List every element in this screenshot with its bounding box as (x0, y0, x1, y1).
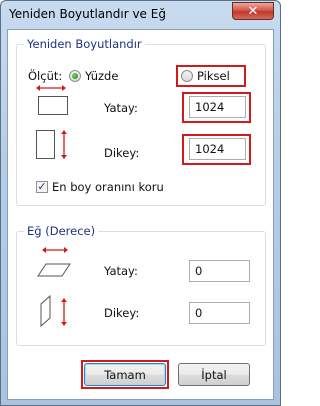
close-button[interactable]: ✕ (232, 2, 274, 20)
title-bar[interactable]: Yeniden Boyutlandır ve Eğ ✕ (1, 1, 280, 29)
radio-selected-dot (72, 73, 78, 79)
unit-label: Ölçüt: (28, 69, 63, 83)
pixel-radio[interactable] (181, 70, 193, 82)
resize-vertical-label: Dikey: (104, 146, 140, 160)
skew-horizontal-label: Yatay: (104, 264, 138, 278)
skew-horizontal-icon (37, 247, 71, 277)
percent-radio-label[interactable]: Yüzde (85, 69, 118, 83)
resize-horizontal-input[interactable]: 1024 (189, 96, 246, 118)
cancel-button[interactable]: İptal (178, 363, 250, 386)
skew-horizontal-input[interactable]: 0 (189, 260, 250, 282)
dialog-window: Yeniden Boyutlandır ve Eğ ✕ Yeniden Boyu… (0, 0, 281, 406)
resize-vertical-icon (36, 130, 67, 159)
close-icon: ✕ (247, 3, 259, 19)
aspect-ratio-checkbox[interactable]: ✓ (36, 181, 48, 193)
skew-vertical-input[interactable]: 0 (189, 302, 250, 324)
resize-horizontal-label: Yatay: (104, 101, 138, 115)
ok-button[interactable]: Tamam (84, 363, 166, 386)
resize-horizontal-icon (36, 85, 68, 115)
window-title: Yeniden Boyutlandır ve Eğ (9, 7, 166, 21)
cancel-button-label: İptal (201, 367, 227, 382)
skew-group-legend: Eğ (Derece) (24, 224, 99, 238)
resize-group-legend: Yeniden Boyutlandır (24, 37, 145, 51)
aspect-ratio-label[interactable]: En boy oranını koru (52, 180, 164, 194)
skew-vertical-label: Dikey: (104, 306, 140, 320)
resize-vertical-input[interactable]: 1024 (189, 138, 246, 160)
dialog-body: Yeniden Boyutlandır Ölçüt: Yüzde Piksel … (7, 29, 274, 400)
percent-radio[interactable] (69, 70, 81, 82)
skew-vertical-icon (40, 294, 67, 328)
pixel-radio-label[interactable]: Piksel (197, 69, 230, 83)
ok-button-label: Tamam (104, 367, 146, 382)
